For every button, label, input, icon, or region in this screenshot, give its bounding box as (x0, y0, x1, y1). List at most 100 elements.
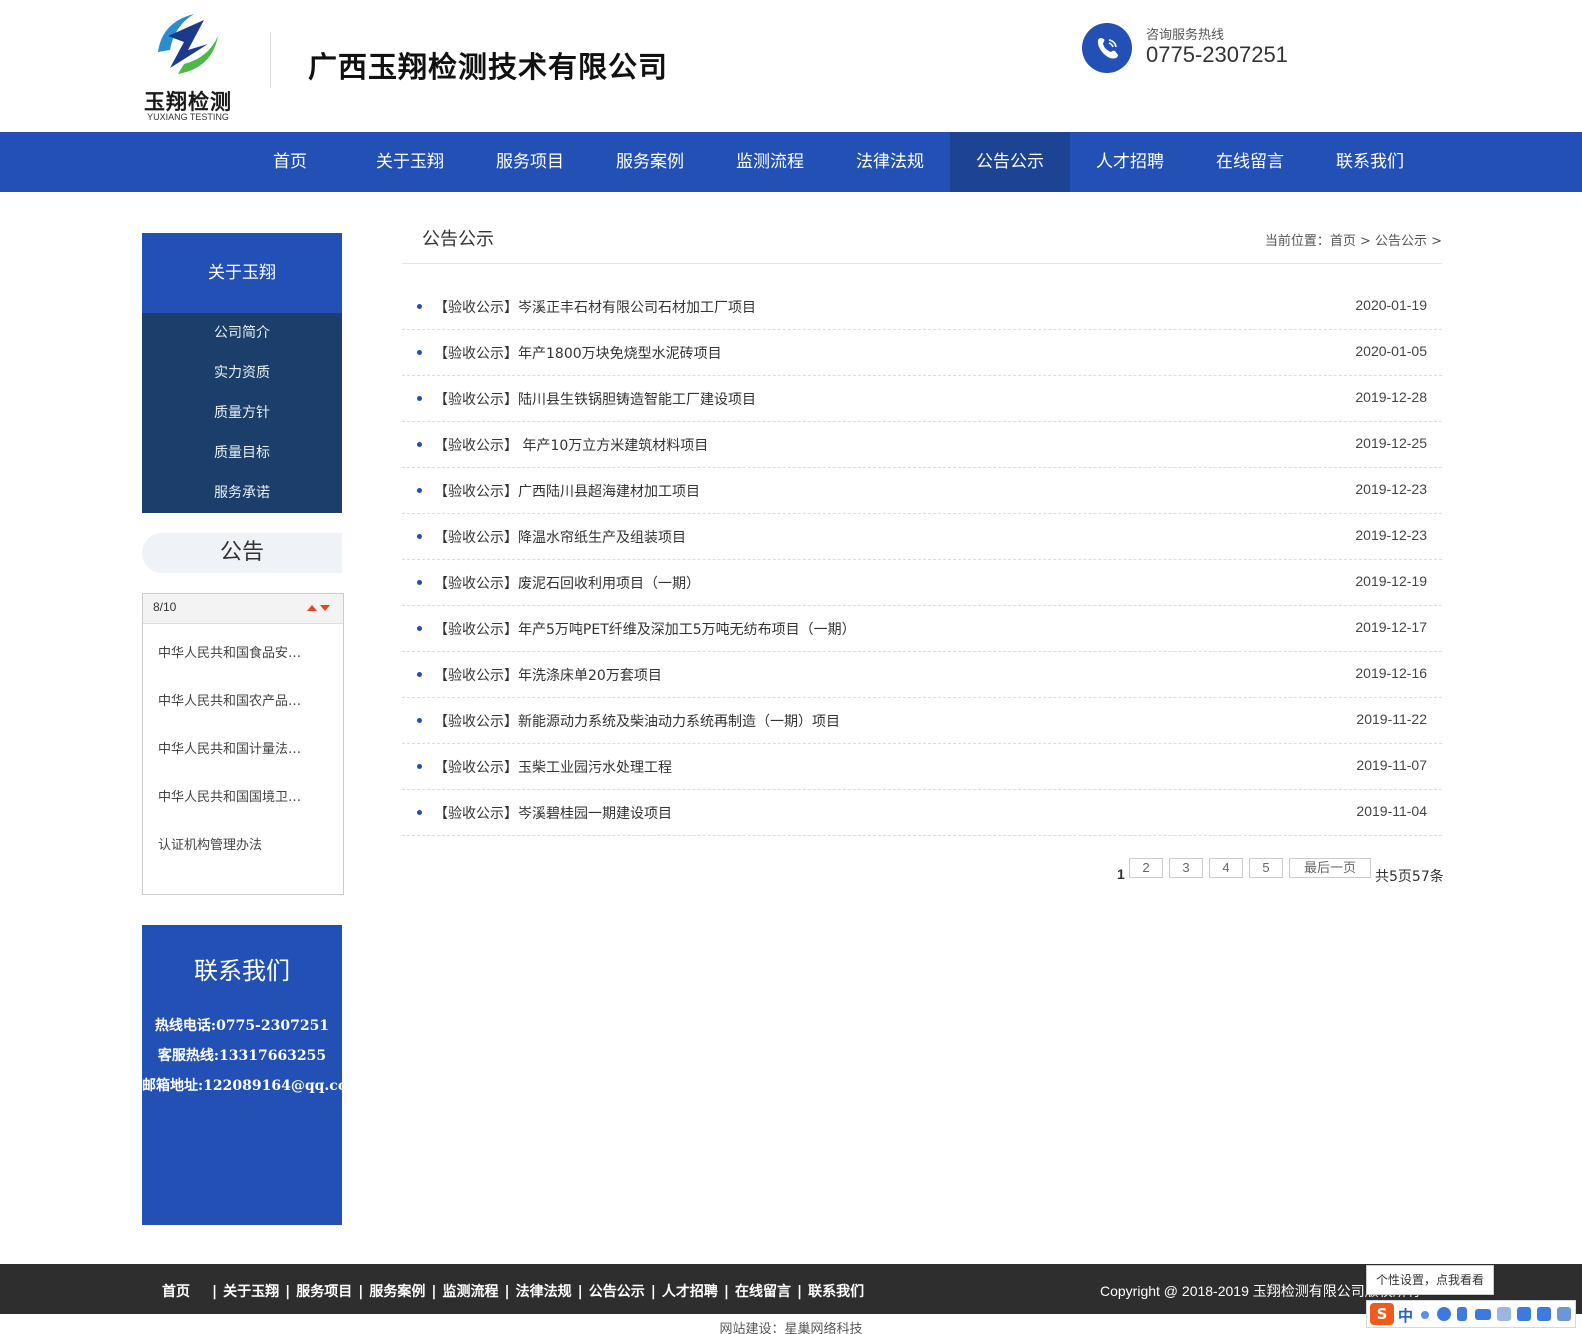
news-row[interactable]: 【验收公示】降温水帘纸生产及组装项目 2019-12-23 (402, 514, 1442, 560)
bullet-icon (417, 442, 422, 447)
news-date: 2019-11-22 (1356, 711, 1427, 727)
footer-link-contact[interactable]: 联系我们 (808, 1284, 864, 1300)
about-item-qualification[interactable]: 实力资质 (142, 353, 342, 393)
microphone-icon[interactable] (1457, 1307, 1467, 1321)
notice-scroller: 8/10 中华人民共和国食品安… 中华人民共和国农产品… 中华人民共和国计量法…… (142, 593, 344, 895)
hotline-number: 0775-2307251 (1146, 42, 1288, 67)
bullet-icon (417, 396, 422, 401)
site-header: 玉翔检测 YUXIANG TESTING 广西玉翔检测技术有限公司 咨询服务热线… (0, 0, 1582, 132)
news-title[interactable]: 【验收公示】年产1800万块免烧型水泥砖项目 (434, 343, 722, 363)
ime-toolbar: S 中 (1366, 1300, 1576, 1328)
skin-icon[interactable] (1517, 1307, 1531, 1321)
nav-item-contact[interactable]: 联系我们 (1310, 132, 1430, 192)
news-title[interactable]: 【验收公示】岑溪碧桂园一期建设项目 (434, 803, 672, 823)
ime-tooltip[interactable]: 个性设置，点我看看 (1366, 1265, 1494, 1295)
page-current: 1 (1117, 866, 1125, 882)
news-title[interactable]: 【验收公示】新能源动力系统及柴油动力系统再制造（一期）项目 (434, 711, 840, 731)
company-logo[interactable]: 玉翔检测 YUXIANG TESTING (138, 6, 238, 124)
news-row[interactable]: 【验收公示】玉柴工业园污水处理工程 2019-11-07 (402, 744, 1442, 790)
last-page-button[interactable]: 最后一页 (1289, 858, 1371, 878)
nav-item-notices[interactable]: 公告公示 (950, 132, 1070, 192)
footer-link-notices[interactable]: 公告公示 (589, 1284, 645, 1300)
notice-item[interactable]: 中华人民共和国国境卫… (158, 786, 328, 805)
user-icon[interactable] (1497, 1307, 1511, 1321)
notice-item[interactable]: 中华人民共和国农产品… (158, 690, 328, 709)
news-date: 2020-01-05 (1355, 343, 1427, 359)
about-item-policy[interactable]: 质量方针 (142, 393, 342, 433)
pagination: 1 2 3 4 5 最后一页 共5页57条 (1117, 858, 1444, 885)
news-row[interactable]: 【验收公示】新能源动力系统及柴油动力系统再制造（一期）项目 2019-11-22 (402, 698, 1442, 744)
news-title[interactable]: 【验收公示】年产5万吨PET纤维及深加工5万吨无纺布项目（一期） (434, 619, 856, 639)
nav-item-process[interactable]: 监测流程 (710, 132, 830, 192)
bullet-icon (417, 488, 422, 493)
page-title: 公告公示 (422, 229, 494, 250)
about-item-commitment[interactable]: 服务承诺 (142, 473, 342, 513)
page-link[interactable]: 5 (1249, 858, 1283, 878)
bullet-icon (417, 534, 422, 539)
breadcrumb[interactable]: 当前位置：首页 > 公告公示 > (1265, 230, 1442, 249)
arrow-up-icon[interactable] (307, 605, 317, 611)
news-date: 2019-12-28 (1355, 389, 1427, 405)
menu-icon[interactable] (1557, 1307, 1571, 1321)
footer-link-services[interactable]: 服务项目 (296, 1284, 352, 1300)
footer-link-message[interactable]: 在线留言 (735, 1284, 791, 1300)
bullet-icon (417, 672, 422, 677)
footer-link-process[interactable]: 监测流程 (443, 1284, 499, 1300)
page-total: 共5页57条 (1375, 869, 1444, 885)
news-row[interactable]: 【验收公示】陆川县生铁锅胆铸造智能工厂建设项目 2019-12-28 (402, 376, 1442, 422)
ime-mode-toggle[interactable]: 中 (1398, 1305, 1413, 1326)
footer-link-home[interactable]: 首页 (162, 1284, 190, 1300)
title-divider (402, 263, 1442, 264)
page-link[interactable]: 2 (1129, 858, 1163, 878)
footer-link-laws[interactable]: 法律法规 (516, 1284, 572, 1300)
bullet-icon (417, 810, 422, 815)
news-row[interactable]: 【验收公示】年产5万吨PET纤维及深加工5万吨无纺布项目（一期） 2019-12-… (402, 606, 1442, 652)
news-title[interactable]: 【验收公示】降温水帘纸生产及组装项目 (434, 527, 686, 547)
footer-link-careers[interactable]: 人才招聘 (662, 1284, 718, 1300)
news-title[interactable]: 【验收公示】玉柴工业园污水处理工程 (434, 757, 672, 777)
phone-icon (1082, 23, 1132, 73)
news-row[interactable]: 【验收公示】岑溪正丰石材有限公司石材加工厂项目 2020-01-19 (402, 284, 1442, 330)
news-title[interactable]: 【验收公示】陆川县生铁锅胆铸造智能工厂建设项目 (434, 389, 756, 409)
news-row[interactable]: 【验收公示】 年产10万立方米建筑材料项目 2019-12-25 (402, 422, 1442, 468)
about-item-profile[interactable]: 公司简介 (142, 313, 342, 353)
footer-link-about[interactable]: 关于玉翔 (223, 1284, 279, 1300)
arrow-down-icon[interactable] (320, 605, 330, 611)
bullet-icon (417, 304, 422, 309)
news-row[interactable]: 【验收公示】年洗涤床单20万套项目 2019-12-16 (402, 652, 1442, 698)
nav-item-cases[interactable]: 服务案例 (590, 132, 710, 192)
news-title[interactable]: 【验收公示】 年产10万立方米建筑材料项目 (434, 435, 708, 455)
news-row[interactable]: 【验收公示】废泥石回收利用项目（一期） 2019-12-19 (402, 560, 1442, 606)
nav-item-home[interactable]: 首页 (230, 132, 350, 192)
nav-item-message[interactable]: 在线留言 (1190, 132, 1310, 192)
nav-item-careers[interactable]: 人才招聘 (1070, 132, 1190, 192)
news-date: 2019-12-19 (1355, 573, 1427, 589)
news-title[interactable]: 【验收公示】岑溪正丰石材有限公司石材加工厂项目 (434, 297, 756, 317)
bullet-icon (417, 718, 422, 723)
page-link[interactable]: 3 (1169, 858, 1203, 878)
footer-link-cases[interactable]: 服务案例 (369, 1284, 425, 1300)
news-title[interactable]: 【验收公示】广西陆川县超海建材加工项目 (434, 481, 700, 501)
news-date: 2019-11-07 (1356, 757, 1427, 773)
bullet-icon (417, 580, 422, 585)
hotline-label: 咨询服务热线 (1146, 28, 1225, 43)
toolbox-icon[interactable] (1537, 1307, 1551, 1321)
nav-item-about[interactable]: 关于玉翔 (350, 132, 470, 192)
sogou-logo-icon[interactable]: S (1370, 1303, 1394, 1325)
emoji-icon[interactable] (1437, 1307, 1451, 1321)
news-row[interactable]: 【验收公示】广西陆川县超海建材加工项目 2019-12-23 (402, 468, 1442, 514)
nav-item-laws[interactable]: 法律法规 (830, 132, 950, 192)
keyboard-icon[interactable] (1475, 1309, 1491, 1320)
punctuation-icon[interactable] (1421, 1311, 1429, 1319)
site-footer: 首页 | 关于玉翔 | 服务项目 | 服务案例 | 监测流程 | 法律法规 | 公告公示 | 人才招聘 | 在线… (0, 1264, 1582, 1314)
news-row[interactable]: 【验收公示】岑溪碧桂园一期建设项目 2019-11-04 (402, 790, 1442, 836)
news-title[interactable]: 【验收公示】年洗涤床单20万套项目 (434, 665, 662, 685)
news-title[interactable]: 【验收公示】废泥石回收利用项目（一期） (434, 573, 700, 593)
about-item-goals[interactable]: 质量目标 (142, 433, 342, 473)
notice-item[interactable]: 认证机构管理办法 (158, 834, 328, 853)
page-link[interactable]: 4 (1209, 858, 1243, 878)
nav-item-services[interactable]: 服务项目 (470, 132, 590, 192)
news-row[interactable]: 【验收公示】年产1800万块免烧型水泥砖项目 2020-01-05 (402, 330, 1442, 376)
notice-item[interactable]: 中华人民共和国食品安… (158, 642, 328, 661)
notice-item[interactable]: 中华人民共和国计量法… (158, 738, 328, 757)
